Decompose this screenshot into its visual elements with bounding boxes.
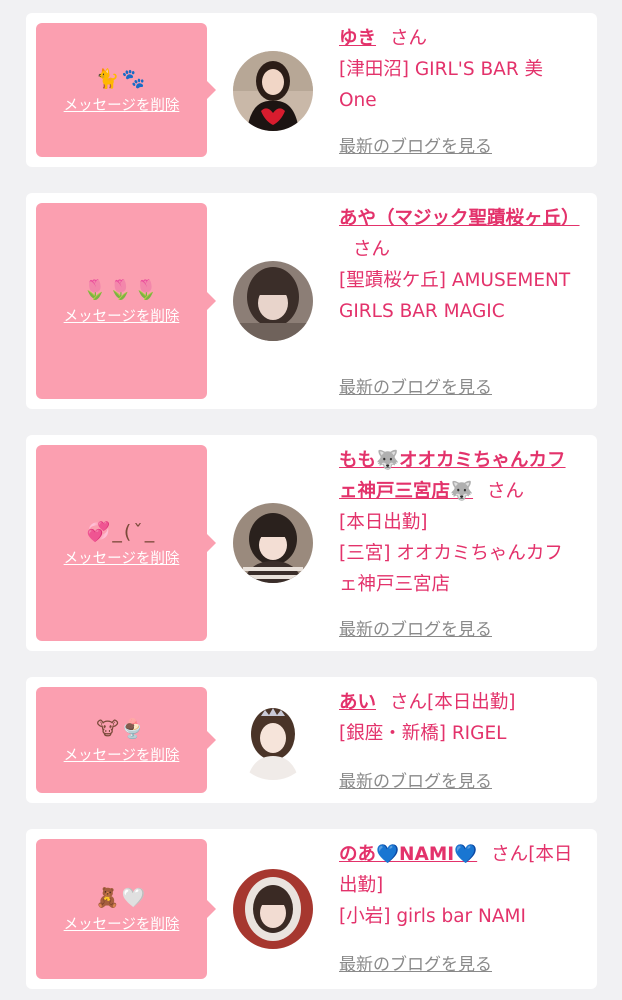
message-bubble: 🌷🌷🌷 メッセージを削除 xyxy=(36,203,216,399)
message-bubble: 🧸🤍 メッセージを削除 xyxy=(36,839,216,979)
message-card: 🌷🌷🌷 メッセージを削除 あや（マジック聖蹟桜ヶ丘） さん [聖蹟桜ケ丘] AMU… xyxy=(26,193,597,409)
message-emoji: 💞_(ˇ_ xyxy=(86,520,157,543)
message-emoji: 🧸🤍 xyxy=(95,886,148,909)
avatar[interactable] xyxy=(233,51,313,131)
sender-name[interactable]: あい xyxy=(339,692,376,713)
shop-name: [銀座・新橋] RIGEL xyxy=(339,723,507,744)
shop-name: [津田沼] GIRL'S BAR 美One xyxy=(339,59,544,111)
shop-name: [三宮] オオカミちゃんカフェ神戸三宮店 xyxy=(339,543,563,595)
latest-blog-link[interactable]: 最新のブログを見る xyxy=(339,615,492,640)
honorific: さん xyxy=(390,692,428,713)
message-bubble: 🐈🐾 メッセージを削除 xyxy=(36,23,216,157)
message-info: ゆき さん [津田沼] GIRL'S BAR 美One xyxy=(339,23,579,116)
avatar[interactable] xyxy=(233,261,313,341)
message-card: 🐈🐾 メッセージを削除 ゆき さん [津田沼] GIRL'S BAR 美One 最… xyxy=(26,13,597,167)
message-info: もも🐺オオカミちゃんカフェ神戸三宮店🐺 さん [本日出勤] [三宮] オオカミちゃ… xyxy=(339,445,579,600)
message-emoji: 🌷🌷🌷 xyxy=(83,278,160,301)
message-list: 🐈🐾 メッセージを削除 ゆき さん [津田沼] GIRL'S BAR 美One 最… xyxy=(0,0,622,1000)
work-status: [本日出勤] xyxy=(427,692,516,713)
message-info: あい さん[本日出勤] [銀座・新橋] RIGEL xyxy=(339,687,579,749)
honorific: さん xyxy=(353,239,391,260)
work-status: [本日出勤] xyxy=(339,512,428,533)
delete-message-link[interactable]: メッセージを削除 xyxy=(64,305,180,326)
message-info: のあ💙NAMI💙 さん[本日出勤] [小岩] girls bar NAMI xyxy=(339,839,579,932)
delete-message-link[interactable]: メッセージを削除 xyxy=(64,913,180,934)
latest-blog-link[interactable]: 最新のブログを見る xyxy=(339,767,492,792)
sender-name[interactable]: ゆき xyxy=(339,28,376,49)
message-card: 🐮🍨 メッセージを削除 あい さん[本日出勤] [銀座・新橋] RIGEL 最新の… xyxy=(26,677,597,803)
delete-message-link[interactable]: メッセージを削除 xyxy=(64,744,180,765)
message-card: 🧸🤍 メッセージを削除 のあ💙NAMI💙 さん[本日出勤] [小岩] girls … xyxy=(26,829,597,989)
honorific: さん xyxy=(390,28,428,49)
message-emoji: 🐮🍨 xyxy=(96,717,147,740)
avatar[interactable] xyxy=(233,700,313,780)
honorific: さん xyxy=(487,481,525,502)
avatar[interactable] xyxy=(233,869,313,949)
shop-name: [小岩] girls bar NAMI xyxy=(339,906,526,927)
delete-message-link[interactable]: メッセージを削除 xyxy=(64,94,180,115)
message-card: 💞_(ˇ_ メッセージを削除 もも🐺オオカミちゃんカフェ神戸三宮店🐺 さん [本日… xyxy=(26,435,597,651)
latest-blog-link[interactable]: 最新のブログを見る xyxy=(339,950,492,975)
latest-blog-link[interactable]: 最新のブログを見る xyxy=(339,373,492,398)
delete-message-link[interactable]: メッセージを削除 xyxy=(64,547,180,568)
latest-blog-link[interactable]: 最新のブログを見る xyxy=(339,132,492,157)
sender-name[interactable]: もも🐺オオカミちゃんカフェ神戸三宮店🐺 xyxy=(339,450,566,502)
message-bubble: 💞_(ˇ_ メッセージを削除 xyxy=(36,445,216,641)
avatar[interactable] xyxy=(233,503,313,583)
honorific: さん xyxy=(491,844,529,865)
shop-name: [聖蹟桜ケ丘] AMUSEMENT GIRLS BAR MAGIC xyxy=(339,270,571,322)
message-emoji: 🐈🐾 xyxy=(95,67,148,90)
sender-name[interactable]: のあ💙NAMI💙 xyxy=(339,844,477,865)
sender-name[interactable]: あや（マジック聖蹟桜ヶ丘） xyxy=(339,208,580,229)
message-info: あや（マジック聖蹟桜ヶ丘） さん [聖蹟桜ケ丘] AMUSEMENT GIRLS … xyxy=(339,203,580,327)
message-bubble: 🐮🍨 メッセージを削除 xyxy=(36,687,216,793)
